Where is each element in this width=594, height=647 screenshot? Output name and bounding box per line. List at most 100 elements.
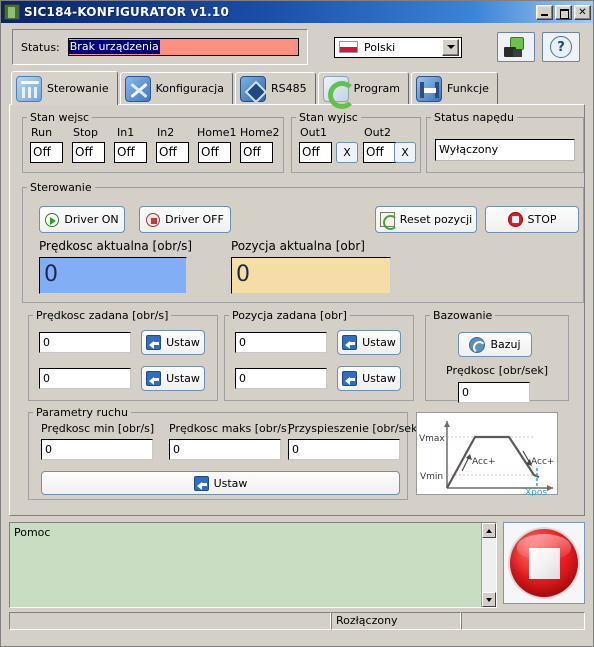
- motion-min-speed-input[interactable]: 0: [41, 439, 153, 460]
- position-setpoint-input-1[interactable]: 0: [235, 332, 327, 353]
- scroll-down-button[interactable]: [482, 592, 496, 607]
- application-window: SIC184-KONFIGURATOR v1.10 ✕ Status: Brak…: [0, 0, 594, 647]
- input-value-run: Off: [30, 142, 63, 163]
- tab-label: RS485: [270, 82, 307, 95]
- emergency-stop-icon: [507, 212, 523, 227]
- output-label-out2: Out2: [364, 126, 391, 139]
- stop-square-glyph: [528, 547, 560, 579]
- stop-label: STOP: [527, 213, 557, 226]
- input-label-in2: In2: [157, 126, 175, 139]
- homing-group-legend: Bazowanie: [433, 309, 493, 322]
- control-group-legend: Sterowanie: [30, 181, 92, 194]
- actual-position-value: 0: [231, 257, 391, 294]
- velocity-setpoint-input-1[interactable]: 0: [39, 332, 131, 353]
- velocity-set-label-1: Ustaw: [166, 336, 200, 349]
- homing-button[interactable]: Bazuj: [458, 332, 532, 357]
- driver-on-label: Driver ON: [64, 213, 119, 226]
- velocity-setpoint-group: Prędkosc zadana [obr/s] 0 Ustaw 0 Ustaw: [28, 309, 218, 401]
- input-label-in1: In1: [117, 126, 135, 139]
- bottom-panel: Pomoc: [9, 522, 585, 608]
- velocity-setpoint-input-2[interactable]: 0: [39, 368, 131, 389]
- graph-decel-label: Acc+: [531, 457, 554, 467]
- input-value-in1: Off: [114, 142, 147, 163]
- motion-max-speed-input[interactable]: 0: [169, 439, 281, 460]
- reset-icon: [379, 212, 398, 230]
- motion-min-speed-label: Prędkosc min [obr/s]: [41, 422, 155, 435]
- help-textarea[interactable]: Pomoc: [9, 522, 497, 608]
- tab-rs485[interactable]: RS485: [234, 72, 316, 104]
- help-scrollbar[interactable]: [481, 523, 496, 607]
- position-setpoint-group: Pozycja zadana [obr] 0 Ustaw 0 Ustaw: [224, 309, 414, 401]
- tab-label: Program: [353, 82, 401, 95]
- position-setpoint-legend: Pozycja zadana [obr]: [232, 309, 347, 322]
- drive-status-value: Wyłączony: [435, 139, 575, 161]
- maximize-button[interactable]: [555, 4, 572, 20]
- reset-position-label: Reset pozycji: [399, 213, 473, 226]
- position-setpoint-input-2[interactable]: 0: [235, 368, 327, 389]
- driver-off-button[interactable]: Driver OFF: [139, 206, 231, 233]
- stop-button[interactable]: STOP: [485, 206, 579, 233]
- driver-on-button[interactable]: Driver ON: [39, 206, 125, 233]
- statusbar-cell-3: [461, 612, 585, 630]
- chevron-down-icon[interactable]: [442, 38, 459, 56]
- statusbar-cell-2: Rozłączony: [331, 612, 461, 630]
- tools-icon: [124, 75, 151, 102]
- outputs-group-legend: Stan wyjsc: [299, 111, 358, 124]
- question-mark-icon: ?: [550, 36, 572, 58]
- language-select[interactable]: Polski: [334, 36, 462, 58]
- graph-xpos-label: Xpos: [525, 488, 547, 496]
- connect-button[interactable]: [497, 32, 535, 62]
- scroll-up-button[interactable]: [482, 523, 496, 538]
- play-icon: [45, 212, 60, 227]
- motion-parameters-group: Parametry ruchu Prędkosc min [obr/s] Prę…: [28, 406, 429, 500]
- output-toggle-out2[interactable]: X: [394, 142, 416, 163]
- velocity-set-button-1[interactable]: Ustaw: [141, 330, 205, 355]
- motion-accel-input[interactable]: 0: [288, 439, 400, 460]
- motion-set-button[interactable]: Ustaw: [41, 471, 400, 495]
- tab-konfiguracja[interactable]: Konfiguracja: [119, 72, 233, 104]
- reset-position-button[interactable]: Reset pozycji: [375, 206, 477, 233]
- graph-vmin-label: Vmin: [420, 472, 443, 482]
- input-value-home2: Off: [240, 142, 273, 163]
- tab-label: Konfiguracja: [155, 82, 224, 95]
- velocity-setpoint-legend: Prędkosc zadana [obr/s]: [36, 309, 169, 322]
- close-button[interactable]: ✕: [574, 4, 591, 20]
- input-label-home2: Home2: [240, 126, 280, 139]
- tab-label: Sterowanie: [47, 82, 109, 95]
- help-button[interactable]: ?: [542, 32, 580, 62]
- emergency-stop-icon: [510, 529, 578, 597]
- tab-label: Funkcje: [447, 82, 489, 95]
- tab-strip: Sterowanie Konfiguracja RS485 Program Fu…: [11, 70, 593, 109]
- motion-accel-label: Przyspieszenie [obr/sek2]: [288, 422, 429, 435]
- motion-max-speed-label: Prędkosc maks [obr/s]: [169, 422, 292, 435]
- window-title: SIC184-KONFIGURATOR v1.10: [24, 5, 230, 19]
- velocity-set-button-2[interactable]: Ustaw: [141, 366, 205, 391]
- window-controls: ✕: [536, 4, 591, 20]
- stop-square-icon: [146, 212, 161, 227]
- header-bar: Status: Brak urządzenia Polski ?: [5, 27, 589, 67]
- header-buttons: ?: [497, 32, 586, 62]
- minimize-button[interactable]: [536, 4, 553, 20]
- graph-vmax-label: Vmax: [419, 434, 445, 444]
- apply-arrow-icon: [193, 475, 209, 491]
- tab-program[interactable]: Program: [317, 72, 410, 109]
- position-set-button-2[interactable]: Ustaw: [337, 366, 401, 391]
- input-label-run: Run: [31, 126, 53, 139]
- input-value-in2: Off: [156, 142, 189, 163]
- status-value: Brak urządzenia: [68, 40, 160, 54]
- help-text: Pomoc: [14, 526, 51, 539]
- position-set-label-1: Ustaw: [362, 336, 396, 349]
- tab-funkcje[interactable]: Funkcje: [411, 72, 498, 104]
- tab-sterowanie[interactable]: Sterowanie: [11, 71, 118, 105]
- graph-accel-label: Acc+: [472, 457, 495, 467]
- input-value-stop: Off: [72, 142, 105, 163]
- status-label: Status:: [21, 40, 60, 54]
- emergency-stop-indicator[interactable]: [503, 522, 585, 604]
- velocity-set-label-2: Ustaw: [166, 372, 200, 385]
- homing-speed-input[interactable]: 0: [458, 382, 530, 403]
- homing-speed-label: Prędkosc [obr/sek]: [446, 364, 549, 377]
- output-toggle-out1[interactable]: X: [336, 142, 358, 163]
- status-field: Brak urządzenia: [67, 38, 299, 56]
- pl-flag-icon: [339, 41, 358, 53]
- position-set-button-1[interactable]: Ustaw: [337, 330, 401, 355]
